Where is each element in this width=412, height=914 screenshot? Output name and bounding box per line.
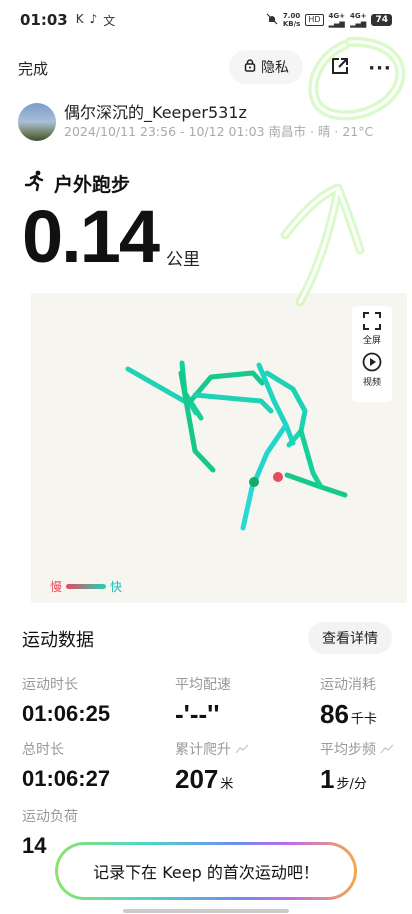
video-button[interactable]: 视频 <box>362 352 382 388</box>
home-indicator[interactable] <box>123 909 289 913</box>
stat-label: 运动负荷 <box>22 809 78 825</box>
network-speed: 7.00 KB/s <box>282 12 301 28</box>
route-path <box>125 360 348 531</box>
stat-unit: 米 <box>220 777 234 792</box>
legend-gradient-bar <box>66 584 107 589</box>
share-button[interactable] <box>326 54 354 82</box>
sport-type-label: 户外跑步 <box>54 174 131 196</box>
user-info: 偶尔深沉的_Keeper531z 2024/10/11 23:56 - 10/1… <box>64 103 373 141</box>
k-app-icon: K <box>75 11 84 26</box>
sport-type: 户外跑步 <box>24 170 130 197</box>
map-controls: 全屏 视频 <box>352 306 392 402</box>
chart-icon[interactable] <box>235 741 249 759</box>
running-icon <box>24 170 46 197</box>
chart-icon[interactable] <box>380 741 394 759</box>
stat-label: 总时长 <box>22 742 64 758</box>
notification-icons: K ♪ 文 <box>76 12 116 29</box>
distance: 0.14 公里 <box>22 200 200 274</box>
user-name[interactable]: 偶尔深沉的_Keeper531z <box>64 103 373 123</box>
play-icon <box>362 352 382 375</box>
stat-value: 1 步/分 <box>320 764 367 794</box>
distance-value: 0.14 <box>22 195 160 278</box>
stat-cadence: 平均步频 1 步/分 <box>320 741 394 797</box>
stat-value: 01:06:25 <box>22 701 111 726</box>
view-details-button[interactable]: 查看详情 <box>308 622 392 654</box>
legend-fast-label: 快 <box>110 580 123 594</box>
stat-value: -'--'' <box>175 699 220 729</box>
stat-elevation: 累计爬升 207 米 <box>175 741 249 797</box>
status-time: 01:03 <box>20 11 68 29</box>
stat-label: 累计爬升 <box>175 741 249 759</box>
video-label: 视频 <box>362 378 381 388</box>
avatar[interactable] <box>18 103 56 141</box>
cta-label: 记录下在 Keep 的首次运动吧！ <box>58 845 354 897</box>
fullscreen-label: 全屏 <box>362 336 381 346</box>
first-workout-cta[interactable]: 记录下在 Keep 的首次运动吧！ <box>55 842 357 900</box>
stat-value: 86 千卡 <box>320 699 377 729</box>
stat-unit: 步/分 <box>336 777 367 792</box>
stat-duration: 运动时长 01:06:25 <box>22 676 110 726</box>
stats-header: 运动数据 查看详情 <box>22 622 392 656</box>
stat-label: 运动消耗 <box>320 677 376 693</box>
mute-icon <box>266 13 278 28</box>
stat-calories: 运动消耗 86 千卡 <box>320 676 377 732</box>
distance-unit: 公里 <box>166 250 201 270</box>
activity-meta: 2024/10/11 23:56 - 10/12 01:03 南昌市 · 晴 ·… <box>64 124 374 139</box>
top-bar: 完成 隐私 ··· <box>0 48 412 88</box>
battery-indicator: 74 <box>371 14 392 26</box>
stat-label: 平均步频 <box>320 741 394 759</box>
route-map[interactable] <box>31 293 407 603</box>
stats-title: 运动数据 <box>22 630 94 651</box>
status-right: 7.00 KB/s HD 4G+ ▂▄▆ 4G+ ▂▄▆ 74 <box>266 12 392 28</box>
fullscreen-button[interactable]: 全屏 <box>362 312 381 346</box>
translate-icon: 文 <box>103 13 116 28</box>
tiktok-icon: ♪ <box>89 11 98 26</box>
status-bar: 01:03 K ♪ 文 7.00 KB/s HD 4G+ ▂▄▆ 4G+ ▂▄▆ 7… <box>0 0 412 40</box>
stat-value: 207 米 <box>175 764 234 794</box>
stat-label: 运动时长 <box>22 677 78 693</box>
stat-label: 平均配速 <box>175 677 231 693</box>
fullscreen-icon <box>362 312 381 333</box>
signal-2: 4G+ ▂▄▆ <box>349 12 367 28</box>
share-icon <box>330 56 350 80</box>
stat-total-duration: 总时长 01:06:27 <box>22 741 110 791</box>
hd-badge: HD <box>305 14 324 26</box>
more-options-button[interactable]: ··· <box>365 54 395 82</box>
signal-1: 4G+ ▂▄▆ <box>328 12 345 28</box>
user-row: 偶尔深沉的_Keeper531z 2024/10/11 23:56 - 10/1… <box>18 100 408 144</box>
privacy-button[interactable]: 隐私 <box>229 50 303 84</box>
lock-icon <box>243 58 257 76</box>
legend-slow-label: 慢 <box>50 580 63 594</box>
stat-avg-pace: 平均配速 -'--'' <box>175 676 231 729</box>
done-button[interactable]: 完成 <box>18 58 48 79</box>
stat-unit: 千卡 <box>350 712 377 727</box>
stat-value: 01:06:27 <box>22 766 111 791</box>
pace-legend: 慢 快 <box>50 578 122 595</box>
privacy-label: 隐私 <box>261 60 289 76</box>
